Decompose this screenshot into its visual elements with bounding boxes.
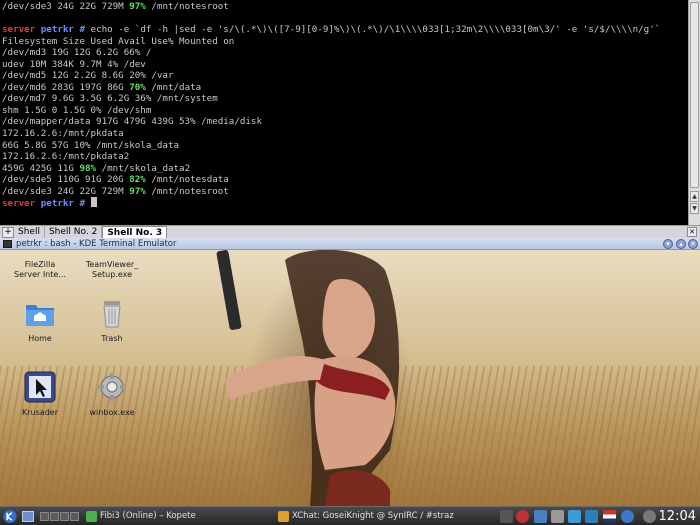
terminal-line: 172.16.2.6:/mnt/pkdata [2, 128, 124, 140]
teamviewer-icon [80, 252, 144, 260]
terminal-cursor [90, 197, 97, 208]
kopete-icon [86, 511, 97, 522]
terminal-line: 66G 5.8G 57G 10% /mnt/skola_data [2, 139, 180, 151]
terminal-tab-bar: + Shell Shell No. 2 Shell No. 3 ✕ [0, 225, 700, 238]
task-kopete[interactable]: Fibi3 (Online) – Kopete [84, 509, 274, 524]
tray-network-icon[interactable] [568, 510, 581, 523]
terminal-line: udev 10M 384K 9.7M 4% /dev [2, 58, 146, 70]
desktop-icon-label: Home [28, 334, 52, 343]
close-icon[interactable]: ✕ [688, 239, 698, 249]
scroll-down-button[interactable]: ▼ [690, 203, 699, 214]
task-xchat[interactable]: XChat: GoseiKnight @ SynIRC / #straz [276, 509, 496, 524]
prompt-user: petrkr # [40, 24, 86, 36]
terminal-line: /dev/sde5 110G 91G 20G 82% /mnt/notesdat… [2, 174, 229, 186]
tab-shell[interactable]: Shell [14, 226, 45, 238]
kde-menu-icon[interactable] [2, 509, 18, 524]
tray-arrow-icon[interactable] [500, 510, 513, 523]
prompt-host: server [2, 198, 36, 209]
terminal-line: /dev/md3 19G 12G 6.2G 66% / [2, 47, 152, 59]
home-folder-icon [26, 305, 54, 326]
volume-icon[interactable] [551, 510, 564, 523]
terminal-app-icon[interactable] [3, 240, 12, 248]
desktop-icon-label: winbox.exe [89, 408, 135, 417]
maximize-icon[interactable]: ▴ [676, 239, 686, 249]
prompt-symbol: # [79, 198, 86, 209]
terminal-scrollbar[interactable]: ▲ ▼ [688, 0, 700, 225]
desktop-icon-label: Server Inte... [14, 270, 66, 279]
tab-shell-2[interactable]: Shell No. 2 [45, 226, 103, 238]
taskbar-clock[interactable]: 12:04 [659, 507, 696, 525]
terminal-command: echo -e `df -h |sed -e 's/\(.*\)\([7-9][… [85, 24, 661, 36]
window-titlebar[interactable]: petrkr : bash - KDE Terminal Emulator ▾ … [0, 238, 700, 250]
desktop-icon-home[interactable]: Home [8, 297, 72, 344]
task-label: XChat: GoseiKnight @ SynIRC / #straz [292, 511, 454, 521]
desktop-icon-label: Krusader [22, 408, 58, 417]
desktop-icon-trash[interactable]: Trash [80, 297, 144, 344]
xchat-icon [278, 511, 289, 522]
terminal-lines: /dev/sde3 24G 22G 729M 97% /mnt/notesroo… [2, 1, 700, 197]
keyboard-layout-flag-icon[interactable] [603, 510, 616, 523]
desktop-icon-label: FileZilla [24, 260, 56, 269]
desktop-icon-winbox[interactable]: winbox.exe [80, 371, 144, 418]
close-tab-icon[interactable]: ✕ [687, 227, 697, 237]
terminal-line: /dev/sde3 24G 22G 729M 97% /mnt/notesroo… [2, 185, 229, 197]
desktop-icon-label: TeamViewer_ [85, 260, 139, 269]
desktop-icon-label: Trash [101, 334, 123, 343]
desktop-icon-label: Setup.exe [91, 270, 133, 279]
usage-highlight: 82% [129, 174, 146, 186]
terminal-line: 172.16.2.6:/mnt/pkdata2 [2, 151, 130, 163]
trash-icon [103, 301, 121, 328]
krusader-icon [24, 371, 56, 403]
terminal-line: /dev/mapper/data 917G 479G 439G 53% /med… [2, 116, 262, 128]
terminal-line: /dev/sde3 24G 22G 729M 97% /mnt/notesroo… [2, 1, 229, 12]
terminal-line: server petrkr # echo -e `df -h |sed -e '… [2, 24, 700, 36]
show-desktop-icon[interactable] [22, 509, 36, 524]
wallpaper-warrior-figure [216, 250, 400, 506]
task-label: Fibi3 (Online) – Kopete [100, 511, 196, 521]
terminal-output[interactable]: /dev/sde3 24G 22G 729M 97% /mnt/notesroo… [0, 0, 700, 225]
window-title: petrkr : bash - KDE Terminal Emulator [16, 239, 177, 249]
tray-globe-icon[interactable] [621, 510, 634, 523]
terminal-line: shm 1.5G 0 1.5G 0% /dev/shm [2, 104, 152, 116]
desktop-icon-filezilla[interactable]: FileZilla Server Inte... [8, 252, 72, 280]
tray-bluetooth-icon[interactable] [585, 510, 598, 523]
winbox-icon [98, 373, 126, 401]
usage-highlight: 97% [129, 185, 146, 197]
usage-highlight: 98% [79, 162, 97, 174]
desktop-icon-teamviewer[interactable]: TeamViewer_ Setup.exe [80, 252, 144, 280]
kde-taskbar: Fibi3 (Online) – Kopete XChat: GoseiKnig… [0, 506, 700, 525]
tray-monitor-icon[interactable] [534, 510, 547, 523]
tray-updates-icon[interactable] [643, 510, 656, 523]
tray-record-icon[interactable] [516, 510, 529, 523]
tab-shell-3[interactable]: Shell No. 3 [102, 226, 168, 238]
usage-highlight: 70% [129, 81, 146, 93]
terminal-line: 459G 425G 11G 98% /mnt/skola_data2 [2, 162, 191, 174]
scrollbar-thumb[interactable] [690, 2, 699, 188]
prompt-user: petrkr [40, 198, 74, 209]
usage-highlight: 97% [129, 1, 146, 12]
minimize-icon[interactable]: ▾ [663, 239, 673, 249]
filezilla-icon [8, 252, 72, 260]
terminal-line: /dev/md6 283G 197G 86G 70% /mnt/data [2, 81, 202, 93]
virtual-desktop-pager[interactable] [40, 509, 80, 524]
terminal-line: /dev/md7 9.6G 3.5G 6.2G 36% /mnt/system [2, 93, 218, 105]
terminal-prompt-line: server petrkr # [2, 197, 700, 209]
terminal-line: /dev/md5 12G 2.2G 8.6G 20% /var [2, 70, 174, 82]
terminal-line: Filesystem Size Used Avail Use% Mounted … [2, 35, 235, 47]
scroll-up-button[interactable]: ▲ [690, 191, 699, 202]
new-tab-button[interactable]: + [2, 226, 14, 238]
prompt-host: server [2, 24, 36, 36]
desktop-icon-krusader[interactable]: Krusader [8, 371, 72, 418]
